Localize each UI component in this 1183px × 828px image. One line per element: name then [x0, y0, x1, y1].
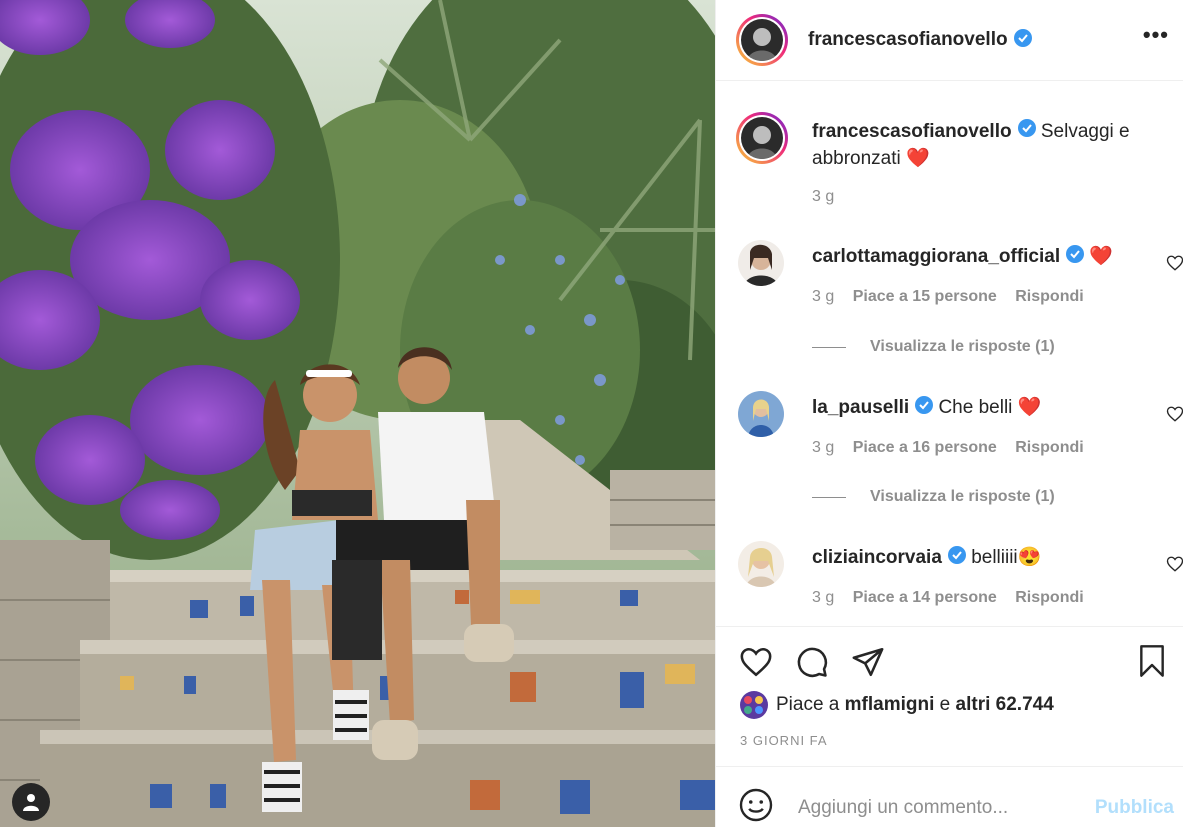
smiley-icon [739, 788, 773, 822]
replies-divider [812, 496, 846, 498]
comment-meta: 3 g Piace a 14 persone Rispondi [812, 589, 1098, 607]
view-replies-button[interactable]: Visualizza le risposte (1) [812, 338, 1055, 356]
comment-emoji: ❤️ [1017, 397, 1042, 418]
comment-emoji: 😍 [1017, 547, 1042, 568]
post-date[interactable]: 3 GIORNI FA [740, 733, 828, 748]
instagram-post: francescasofianovello ••• francescasofia… [0, 0, 1183, 827]
comment-like-button[interactable] [1166, 254, 1183, 277]
likes-others[interactable]: altri 62.744 [956, 694, 1054, 716]
view-replies-button[interactable]: Visualizza le risposte (1) [812, 488, 1055, 506]
post-side-panel: francescasofianovello ••• francescasofia… [715, 0, 1183, 827]
share-button[interactable] [850, 645, 886, 684]
emoji-button[interactable] [738, 787, 774, 828]
comment-username[interactable]: carlottamaggiorana_official [812, 246, 1060, 267]
comment-reply-button[interactable]: Rispondi [1015, 589, 1083, 606]
likes-summary[interactable]: Piace a mflamigni e altri 62.744 [740, 691, 1054, 719]
commenter-avatar[interactable] [738, 541, 784, 587]
comment-time[interactable]: 3 g [812, 288, 834, 305]
caption-text-block: francescasofianovello Selvaggi e abbronz… [812, 118, 1172, 172]
comment-input[interactable]: Aggiungi un commento... [798, 797, 1008, 819]
caption-username[interactable]: francescasofianovello [812, 121, 1012, 142]
paper-plane-icon [852, 647, 884, 677]
comment-meta: 3 g Piace a 16 persone Rispondi [812, 439, 1098, 457]
caption-emoji: ❤️ [906, 148, 930, 170]
verified-badge-icon [915, 395, 934, 420]
heart-icon [1166, 556, 1183, 572]
verified-badge-icon [1066, 244, 1085, 269]
comment-time[interactable]: 3 g [812, 439, 834, 456]
commenter-avatar[interactable] [738, 391, 784, 437]
author-avatar-image [741, 19, 783, 61]
comment-username[interactable]: la_pauselli [812, 397, 909, 418]
verified-badge-icon [1017, 118, 1036, 145]
comment-likes[interactable]: Piace a 16 persone [853, 439, 997, 456]
more-options-button[interactable]: ••• [1143, 22, 1169, 48]
likes-connector: e [939, 694, 951, 715]
likes-prefix: Piace a [776, 694, 840, 715]
caption-author-avatar[interactable] [736, 112, 788, 164]
add-comment-bar: Aggiungi un commento... Pubblica [716, 766, 1183, 828]
comment-reply-button[interactable]: Rispondi [1015, 439, 1083, 456]
heart-icon [740, 647, 772, 677]
post-actions-section: Piace a mflamigni e altri 62.744 3 GIORN… [716, 626, 1183, 748]
tagged-users-button[interactable] [12, 783, 50, 821]
comment-username[interactable]: cliziaincorvaia [812, 547, 942, 568]
view-replies-label: Visualizza le risposte (1) [870, 338, 1055, 355]
comment-like-button[interactable] [1166, 405, 1183, 428]
comment-meta: 3 g Piace a 15 persone Rispondi [812, 288, 1098, 306]
heart-icon [1166, 406, 1183, 422]
comment-emoji: ❤️ [1089, 246, 1114, 267]
bookmark-icon [1140, 645, 1164, 677]
liker-avatar [740, 691, 768, 719]
author-avatar[interactable] [736, 14, 788, 66]
comment-text: Che belli [938, 397, 1013, 418]
author-username[interactable]: francescasofianovello [808, 29, 1008, 51]
publish-button[interactable]: Pubblica [1095, 797, 1174, 819]
user-icon [23, 794, 39, 811]
comment-icon [797, 647, 828, 678]
comment-button[interactable] [794, 645, 830, 684]
comment-like-button[interactable] [1166, 555, 1183, 578]
commenter-avatar[interactable] [738, 240, 784, 286]
like-button[interactable] [738, 645, 774, 684]
action-buttons [738, 645, 886, 684]
post-header: francescasofianovello ••• [716, 0, 1183, 81]
verified-badge-icon [947, 545, 966, 570]
heart-icon [1166, 255, 1183, 271]
comment-likes[interactable]: Piace a 14 persone [853, 589, 997, 606]
comment-likes[interactable]: Piace a 15 persone [853, 288, 997, 305]
replies-divider [812, 346, 846, 348]
save-button[interactable] [1136, 643, 1168, 684]
post-photo[interactable] [0, 0, 715, 827]
comment-text-block: cliziaincorvaia belliiii😍 [812, 545, 1041, 570]
verified-badge-icon [1013, 28, 1032, 52]
likes-user[interactable]: mflamigni [845, 694, 935, 716]
comment-text-block: carlottamaggiorana_official ❤️ [812, 244, 1113, 269]
comment-reply-button[interactable]: Rispondi [1015, 288, 1083, 305]
post-photo-illustration [0, 0, 715, 827]
view-replies-label: Visualizza le risposte (1) [870, 488, 1055, 505]
comment-text-block: la_pauselli Che belli ❤️ [812, 395, 1041, 420]
comment-text: belliiii [971, 547, 1018, 568]
comment-time[interactable]: 3 g [812, 589, 834, 606]
caption-avatar-image [741, 117, 783, 159]
caption-time[interactable]: 3 g [812, 188, 834, 206]
